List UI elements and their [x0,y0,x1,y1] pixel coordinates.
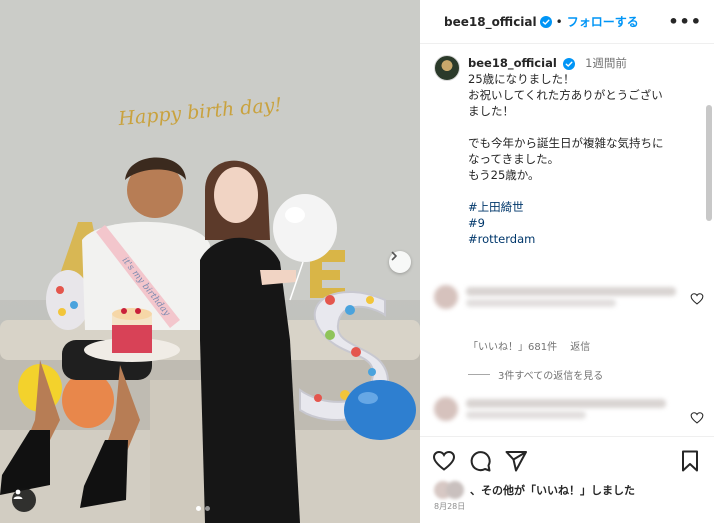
next-photo-button[interactable] [389,251,411,273]
caption-line: でも今年から誕生日が複雑な気持ちに [468,136,664,150]
heart-icon[interactable] [432,449,456,473]
header-username[interactable]: bee18_official [444,15,537,29]
more-icon[interactable]: ••• [668,12,702,31]
hashtag-link[interactable]: #rotterdam [468,231,664,247]
heart-icon[interactable] [690,411,704,425]
replies-divider [468,374,490,375]
bookmark-icon[interactable] [678,449,702,473]
user-tag-icon [13,489,23,499]
comment-icon[interactable] [468,449,492,473]
comments-scrollbar[interactable] [706,105,712,221]
blurred-comment [466,299,616,307]
verified-badge-icon [539,15,552,28]
caption-line: ました！ [468,104,514,118]
tagged-users-button[interactable] [12,488,36,512]
carousel-dots [196,506,210,511]
reply-button[interactable]: 返信 [570,342,590,353]
view-replies-button[interactable]: 3件すべての返信を見る [468,367,603,382]
comment-meta: 「いいね！」681件 返信 [468,338,590,353]
comment-likes[interactable]: 「いいね！」681件 [468,342,557,353]
comment-item [434,283,704,313]
caption-line [468,183,664,199]
hashtag-link[interactable]: #上田綺世 [468,199,664,215]
post-footer: 、その他が「いいね！」しました 8月28日 [420,436,714,523]
post-side-panel: bee18_official • フォローする ••• bee18_offici… [420,0,714,523]
carousel-dot [205,506,210,511]
photo-scene: Happy birth day! it's my birthday [0,0,420,523]
caption-line: もう25歳か。 [468,168,540,182]
hashtag-link[interactable]: #9 [468,215,664,231]
chevron-right-icon [391,251,397,261]
post-time[interactable]: 1週間前 [585,56,627,70]
commenter-avatar[interactable] [434,285,458,309]
blurred-comment [466,411,586,419]
commenter-avatar[interactable] [434,397,458,421]
post-date[interactable]: 8月28日 [434,501,465,512]
post-photo: Happy birth day! it's my birthday [0,0,420,523]
liked-by: 、その他が「いいね！」しました [434,481,635,499]
post-caption: bee18_official 1週間前 25歳になりました！ お祝いしてくれた方… [434,55,696,247]
comments-section[interactable]: bee18_official 1週間前 25歳になりました！ お祝いしてくれた方… [420,45,714,436]
action-bar [432,449,702,473]
carousel-dot [196,506,201,511]
heart-icon[interactable] [690,292,704,306]
verified-badge-icon [563,57,576,70]
caption-line: お祝いしてくれた方ありがとうござい [468,88,663,102]
blurred-comment [466,399,666,408]
liked-by-text[interactable]: 、その他が「いいね！」しました [470,482,635,498]
comment-item [434,395,704,425]
caption-line: なってきました。 [468,152,560,166]
blurred-comment [466,287,676,296]
caption-username[interactable]: bee18_official [468,56,557,70]
follow-button[interactable]: フォローする [567,13,639,30]
header-separator: • [555,14,563,29]
caption-line: 25歳になりました！ [468,72,575,86]
author-avatar[interactable] [434,55,460,81]
liker-avatar[interactable] [446,481,464,499]
view-replies-label[interactable]: 3件すべての返信を見る [498,367,603,382]
post-header: bee18_official • フォローする ••• [420,0,714,44]
caption-line [468,119,664,135]
share-icon[interactable] [504,449,528,473]
